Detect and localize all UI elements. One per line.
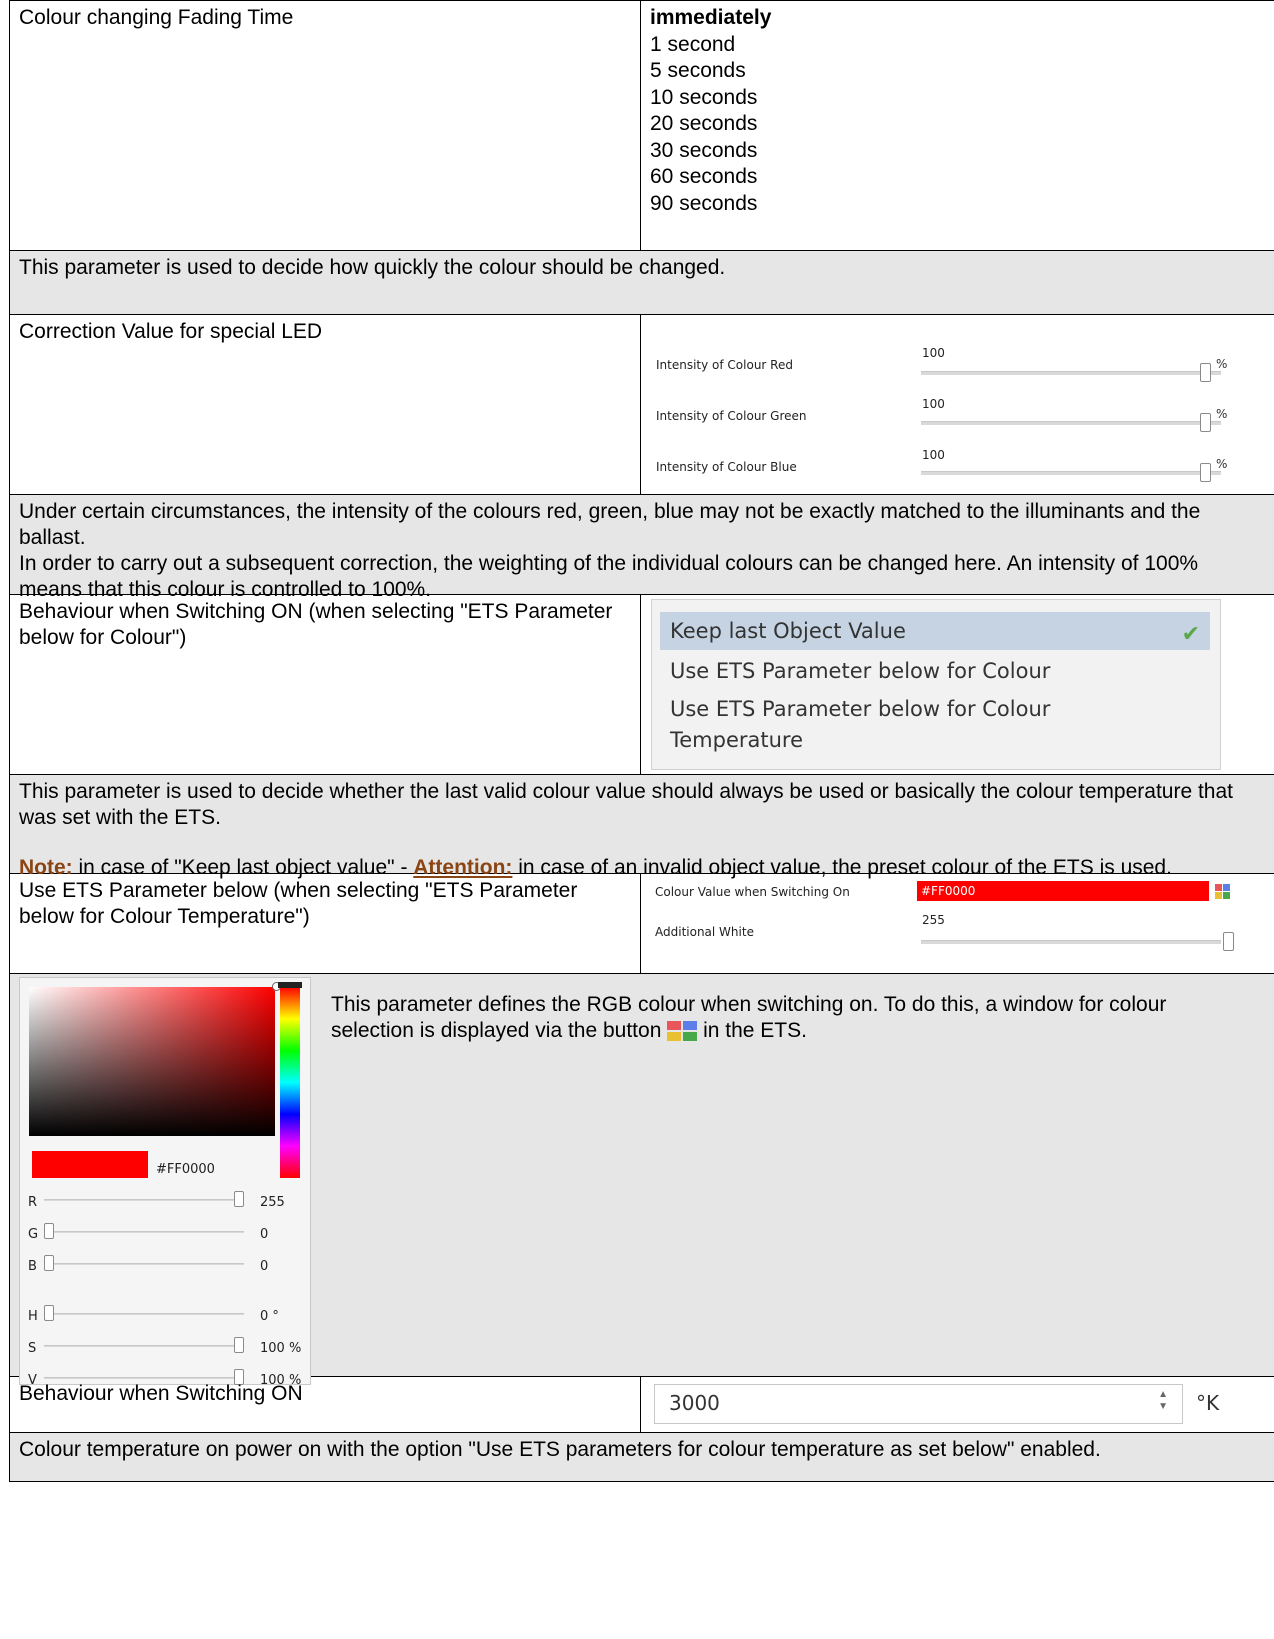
slider-label-blue: Intensity of Colour Blue [656,460,797,474]
behaviour-colour-row: Behaviour when Switching ON (when select… [10,595,1274,775]
slider-value-blue: 100 [922,448,945,462]
fading-option: immediately [650,6,772,29]
channel-value-g: 0 [260,1227,269,1242]
menu-option-ets-colour[interactable]: Use ETS Parameter below for Colour [660,652,1210,690]
slider-unit-blue: % [1216,457,1228,471]
channel-label-g: G [28,1227,39,1242]
hue-strip[interactable] [280,987,300,1178]
slider-value-green: 100 [922,397,945,411]
colour-picker-description-b: in the ETS. [703,1019,807,1042]
slider-value-red: 100 [922,346,945,360]
hue-marker[interactable] [278,982,302,988]
colour-temperature-controls: 3000 ▲ ▼ °K [641,1377,1274,1432]
fading-time-description: This parameter is used to decide how qui… [10,251,1274,315]
behaviour-colour-menu-cell: Keep last Object Value ✔ Use ETS Paramet… [641,595,1274,774]
menu-option-ets-colour-temp[interactable]: Use ETS Parameter below for Colour Tempe… [660,694,1080,756]
correction-label: Correction Value for special LED [10,315,641,494]
channel-track-r [44,1199,244,1201]
fading-option: 90 seconds [650,191,758,215]
saturation-value-area[interactable] [29,987,275,1136]
colour-value-label: Colour Value when Switching On [655,885,850,899]
colour-temperature-spinbox[interactable]: 3000 ▲ ▼ [654,1384,1183,1424]
behaviour-colour-description-text: This parameter is used to decide whether… [19,780,1233,829]
slider-track-green [921,421,1221,425]
channel-thumb-g[interactable] [44,1223,54,1239]
fading-time-options: immediately 1 second 5 seconds 10 second… [641,1,1274,250]
fading-option: 30 seconds [650,138,758,162]
channel-value-b: 0 [260,1259,269,1274]
channel-label-b: B [28,1259,37,1274]
slider-thumb-blue[interactable] [1200,463,1211,482]
channel-track-h [44,1313,244,1315]
menu-option-label: Keep last Object Value [670,619,906,643]
parameter-table: Colour changing Fading Time immediately … [9,0,1274,1482]
slider-label-red: Intensity of Colour Red [656,358,793,372]
checkmark-icon: ✔ [1181,622,1200,647]
colour-value-field[interactable]: #FF0000 [917,881,1209,901]
channel-value-h: 0 ° [260,1309,279,1324]
ets-parameter-label: Use ETS Parameter below (when selecting … [10,874,641,973]
correction-description-line: Under certain circumstances, the intensi… [19,500,1201,549]
channel-value-s: 100 % [260,1341,302,1356]
channel-track-g [44,1231,244,1233]
channel-thumb-s[interactable] [234,1337,244,1353]
behaviour-colour-menu: Keep last Object Value ✔ Use ETS Paramet… [651,599,1221,770]
slider-thumb-red[interactable] [1200,363,1211,382]
colour-temperature-value: 3000 [669,1391,720,1415]
fading-option: 20 seconds [650,112,758,135]
colour-temperature-row: Behaviour when Switching ON 3000 ▲ ▼ °K [10,1377,1274,1433]
slider-label-green: Intensity of Colour Green [656,409,807,423]
ets-parameter-row: Use ETS Parameter below (when selecting … [10,874,1274,974]
slider-unit-green: % [1216,407,1228,421]
channel-track-b [44,1263,244,1265]
additional-white-track [921,940,1221,944]
slider-track-red [921,371,1221,375]
behaviour-colour-description: This parameter is used to decide whether… [10,775,1274,879]
fading-option: 60 seconds [650,165,758,188]
additional-white-label: Additional White [655,925,754,939]
slider-thumb-green[interactable] [1200,413,1211,432]
channel-thumb-r[interactable] [234,1191,244,1207]
colour-temperature-description: Colour temperature on power on with the … [10,1433,1274,1482]
colour-preview-swatch [32,1151,148,1178]
fading-time-label: Colour changing Fading Time [10,1,641,250]
colour-temperature-unit: °K [1196,1391,1220,1415]
correction-sliders: Intensity of Colour Red 100 % Intensity … [641,315,1274,494]
additional-white-thumb[interactable] [1223,932,1234,951]
channel-label-r: R [28,1195,38,1210]
fading-time-row: Colour changing Fading Time immediately … [10,1,1274,251]
channel-thumb-h[interactable] [44,1305,54,1321]
colour-picker-row: #FF0000 R 255 G 0 B 0 H 0 ° S 100 % V 100 % This pa… [10,974,1274,1388]
menu-option-keep-last[interactable]: Keep last Object Value ✔ [660,612,1210,650]
colour-picker-description: This parameter defines the RGB colour wh… [331,992,1231,1044]
slider-unit-red: % [1216,357,1228,371]
correction-row: Correction Value for special LED Intensi… [10,315,1274,495]
channel-thumb-b[interactable] [44,1255,54,1271]
ets-parameter-controls: Colour Value when Switching On #FF0000 A… [641,874,1274,973]
channel-track-s [44,1345,244,1347]
colour-picker-button-icon [667,1021,698,1042]
behaviour-colour-label: Behaviour when Switching ON (when select… [10,595,641,774]
channel-label-s: S [28,1341,37,1356]
spin-arrows-icon[interactable]: ▲ ▼ [1158,1389,1168,1413]
channel-label-h: H [28,1309,38,1324]
colour-temperature-label: Behaviour when Switching ON [10,1377,641,1432]
correction-description: Under certain circumstances, the intensi… [10,495,1274,601]
additional-white-value: 255 [922,913,945,927]
fading-option: 10 seconds [650,85,758,109]
colour-hex-value: #FF0000 [156,1162,215,1177]
menu-option-label: Use ETS Parameter below for Colour [670,659,1051,683]
slider-track-blue [921,471,1221,475]
channel-value-r: 255 [260,1195,285,1210]
fading-option: 5 seconds [650,59,746,82]
fading-option: 1 second [650,32,736,56]
colour-picker-dialog: #FF0000 R 255 G 0 B 0 H 0 ° S 100 % V 100 % [19,977,311,1388]
menu-option-label: Use ETS Parameter below for Colour Tempe… [670,697,1051,752]
colour-picker-button-icon[interactable] [1215,884,1231,900]
